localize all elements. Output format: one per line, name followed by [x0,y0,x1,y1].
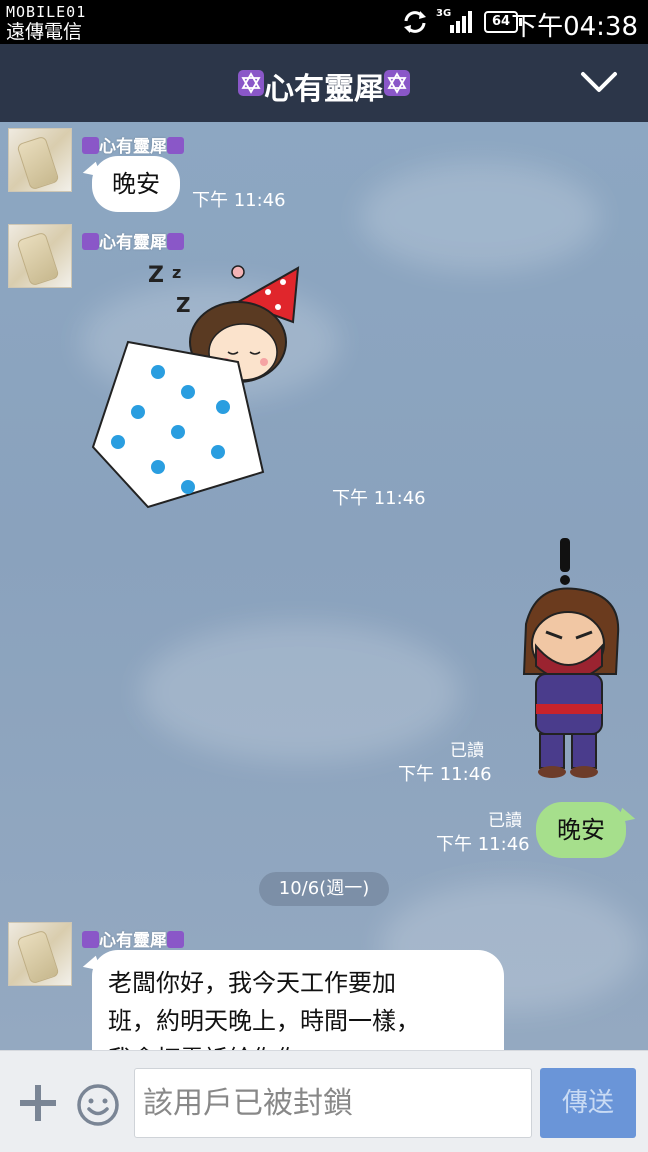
status-bar: MOBILE01 遠傳電信 3G 64 下午04:38 [0,0,648,44]
read-receipt: 已讀 [488,811,522,831]
sender-name: 心有靈犀 [82,926,184,951]
message-input[interactable]: 該用戶已被封鎖 [134,1068,532,1138]
hexagram-icon [384,70,410,96]
chevron-down-icon[interactable] [580,68,618,100]
svg-text:Z: Z [148,263,164,288]
status-clock: 下午04:38 [511,12,638,42]
avatar[interactable] [8,922,72,986]
message-bubble-outgoing[interactable]: 晚安 [536,802,626,858]
sync-icon [402,9,428,39]
message-bubble-incoming[interactable]: 晚安 [92,156,180,212]
hexagram-icon [167,931,184,948]
message-line: 班，約明天晚上，時間一樣， [108,1007,420,1035]
message-line: 老闆你好，我今天工作要加 [108,969,396,997]
hexagram-icon [82,233,99,250]
background-cloud [140,622,460,762]
chat-header: 心有靈犀 [0,44,648,122]
sender-name: 心有靈犀 [82,228,184,253]
plus-icon[interactable] [18,1083,58,1127]
emoji-icon[interactable] [76,1083,120,1131]
avatar[interactable] [8,128,72,192]
chat-title-text: 心有靈犀 [264,72,384,107]
read-receipt: 已讀 [450,741,484,761]
svg-text:z: z [172,263,181,282]
sleeping-girl-sticker[interactable]: Z z Z [88,252,308,512]
signal-icon [448,9,474,39]
carrier-name: 遠傳電信 [6,21,83,43]
message-bubble-incoming[interactable]: 老闆你好，我今天工作要加 班，約明天晚上，時間一樣， 我會打電話給你你 [92,950,504,1050]
chat-area[interactable]: 心有靈犀 晚安 下午 11:46 心有靈犀 Z z Z 下午 11:46 已讀 … [0,122,648,1050]
chat-title[interactable]: 心有靈犀 [0,64,648,108]
hexagram-icon [167,233,184,250]
message-time: 下午 11:46 [398,764,492,785]
hexagram-icon [82,931,99,948]
send-button[interactable]: 傳送 [540,1068,636,1138]
carrier-label: MOBILE01 遠傳電信 [6,2,86,42]
avatar[interactable] [8,224,72,288]
input-bar: 該用戶已被封鎖 傳送 [0,1050,648,1152]
hexagram-icon [82,137,99,154]
message-time: 下午 11:46 [192,190,286,211]
date-divider: 10/6(週一) [259,872,389,906]
ninja-sticker[interactable] [506,534,632,780]
hexagram-icon [238,70,264,96]
hexagram-icon [167,137,184,154]
carrier-brand: MOBILE01 [6,3,87,21]
message-line: 我會打電話給你你 [108,1040,488,1050]
message-time: 下午 11:46 [332,488,426,509]
message-time: 下午 11:46 [436,834,530,855]
sender-name: 心有靈犀 [82,132,184,157]
background-cloud [360,162,600,272]
svg-text:Z: Z [176,293,191,317]
